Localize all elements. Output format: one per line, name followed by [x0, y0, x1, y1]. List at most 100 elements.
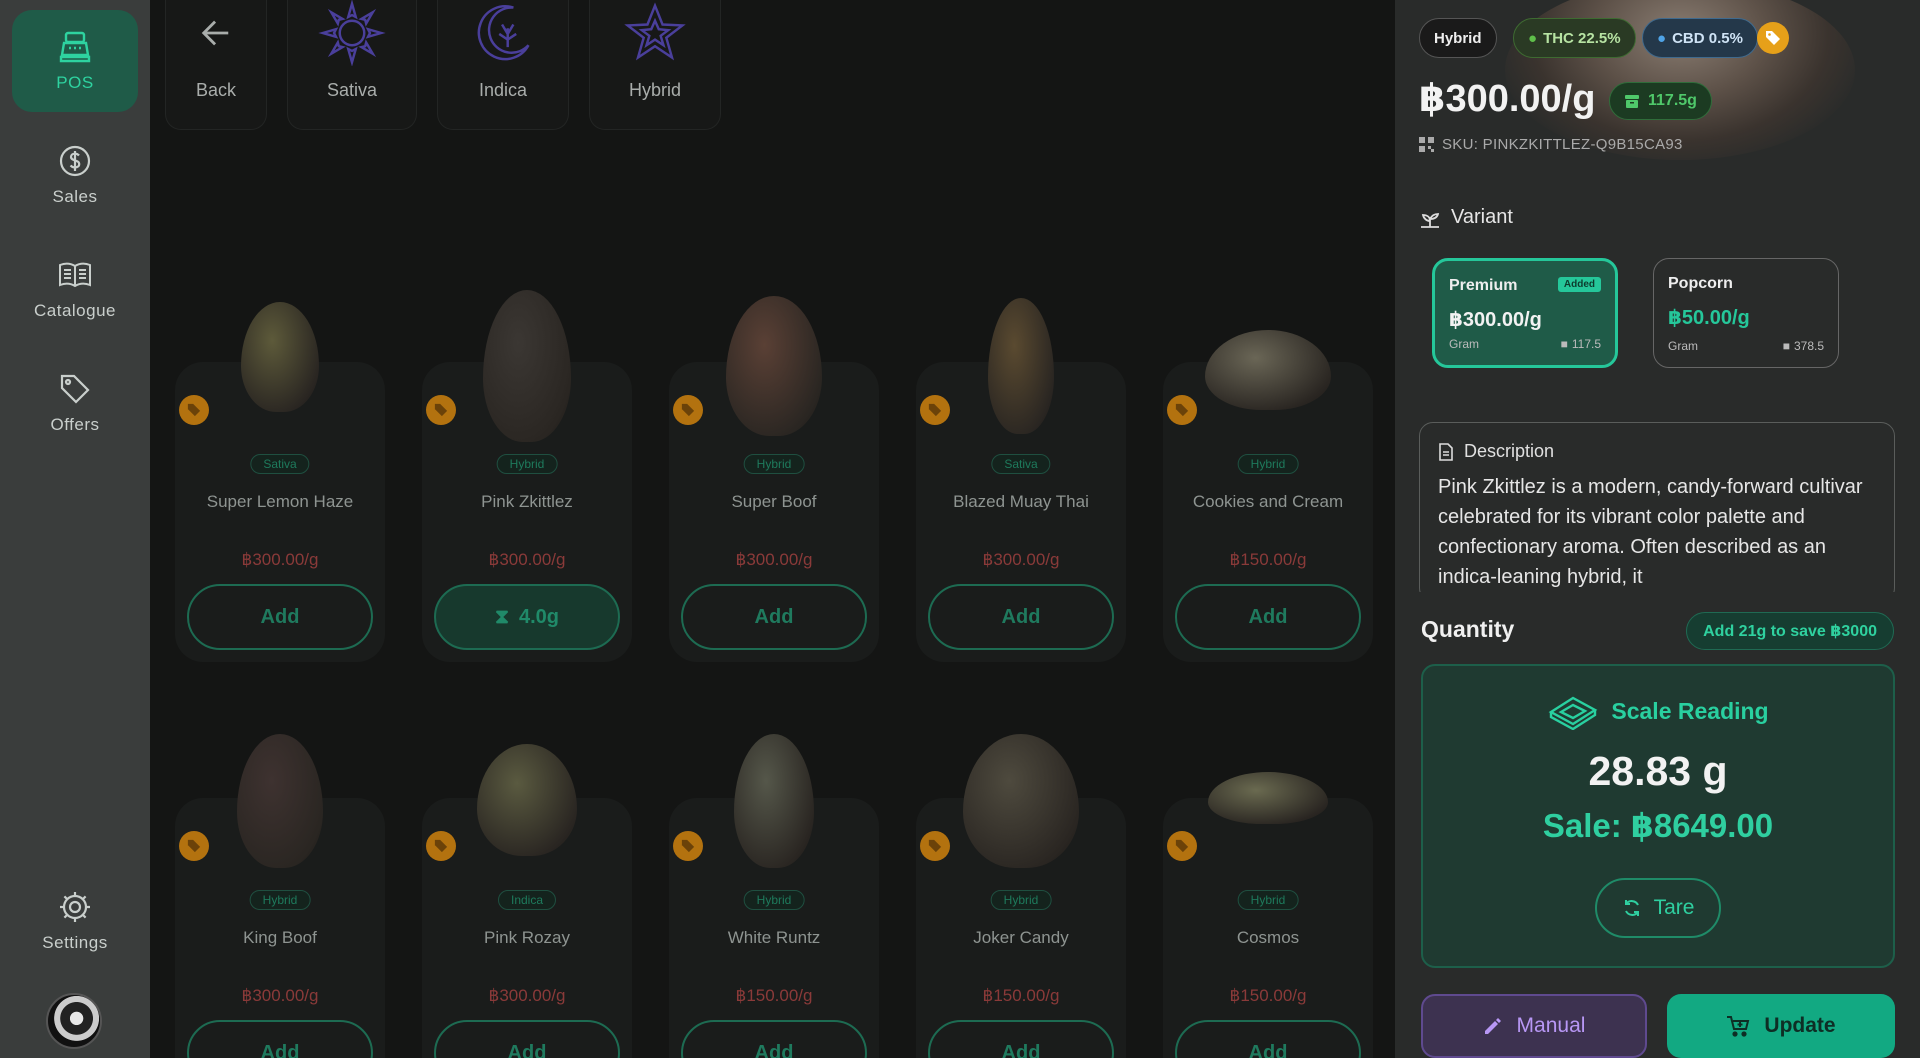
filter-sativa[interactable]: Sativa [287, 0, 417, 130]
product-card[interactable]: Hybrid Joker Candy ฿150.00/g Add [916, 734, 1126, 1058]
add-button[interactable]: Add [1175, 1020, 1361, 1058]
product-price: ฿300.00/g [735, 550, 813, 569]
strain-badge: Sativa [250, 454, 310, 474]
manual-button[interactable]: Manual [1421, 994, 1647, 1058]
sku: SKU: PINKZKITTLEZ-Q9B15CA93 [1419, 136, 1683, 153]
cart-quantity-button[interactable]: ⧗ 4.0g [434, 584, 620, 650]
arrow-left-icon [201, 20, 229, 46]
box-icon: ■ [1782, 339, 1790, 353]
app: POS Sales Catalogue Offers Settings Back… [0, 0, 1920, 1058]
leaf-icon: ● [1528, 29, 1538, 47]
qr-icon [1419, 137, 1434, 152]
add-button-label: Add [260, 1041, 300, 1058]
avatar[interactable] [46, 993, 102, 1049]
strain-type-chip: Hybrid [1419, 18, 1497, 58]
add-button[interactable]: Add [1175, 584, 1361, 650]
product-name: Super Boof [731, 492, 817, 511]
dollar-icon [59, 145, 91, 177]
sidebar-item-label: Sales [52, 187, 98, 206]
sidebar: POS Sales Catalogue Offers Settings [0, 0, 150, 1058]
tare-label: Tare [1653, 896, 1695, 919]
add-button[interactable]: Add [681, 1020, 867, 1058]
add-button-label: Add [1001, 605, 1041, 628]
filter-label: Hybrid [628, 80, 681, 100]
added-badge: Added [1557, 277, 1601, 292]
add-button[interactable]: Add [681, 584, 867, 650]
scale-icon [1549, 696, 1598, 730]
filter-hybrid[interactable]: Hybrid [589, 0, 721, 130]
strain-badge: Hybrid [743, 454, 805, 474]
product-card[interactable]: Hybrid Pink Zkittlez ฿300.00/g ⧗ 4.0g [422, 290, 632, 662]
variant-stock-value: 117.5 [1571, 337, 1601, 351]
weight-value: 28.83 g [1588, 748, 1728, 794]
product-image [422, 290, 632, 442]
product-price: ฿300.00/g [488, 986, 566, 1005]
offer-tag-icon [673, 395, 703, 425]
thc-chip: ● THC 22.5% [1513, 18, 1636, 58]
description-text: Pink Zkittlez is a modern, candy-forward… [1438, 476, 1863, 588]
update-button[interactable]: Update [1667, 994, 1895, 1058]
add-button-label: Add [260, 605, 300, 628]
add-button[interactable]: Add [187, 1020, 373, 1058]
add-button[interactable]: Add [928, 584, 1114, 650]
product-card[interactable]: Sativa Blazed Muay Thai ฿300.00/g Add [916, 298, 1126, 662]
product-name: Cookies and Cream [1192, 492, 1344, 511]
filter-indica[interactable]: Indica [437, 0, 569, 130]
product-card[interactable]: Hybrid White Runtz ฿150.00/g Add [669, 734, 879, 1058]
offer-tag-icon [179, 831, 209, 861]
sidebar-item-offers[interactable]: Offers [12, 352, 138, 454]
drop-icon: ● [1657, 29, 1667, 47]
variant-option-premium[interactable]: Premium Added ฿300.00/g Gram ■ 117.5 [1432, 258, 1618, 368]
product-card[interactable]: Indica Pink Rozay ฿300.00/g Add [422, 744, 632, 1058]
sun-icon [318, 0, 386, 66]
sale-value: Sale: ฿8649.00 [1542, 807, 1774, 844]
product-name: Blazed Muay Thai [953, 492, 1089, 511]
description-box[interactable]: Description Pink Zkittlez is a modern, c… [1419, 422, 1895, 602]
product-price: ฿150.00/g [982, 986, 1060, 1005]
product-image [1163, 330, 1373, 410]
product-grid-area: Back Sativa Indica Hybrid Sativa Super Le… [150, 0, 1395, 1058]
tare-button[interactable]: Tare [1595, 878, 1721, 938]
add-button-label: Add [507, 1041, 547, 1058]
sidebar-item-sales[interactable]: Sales [12, 124, 138, 226]
sidebar-item-label: Catalogue [33, 301, 116, 320]
add-button-label: Add [754, 605, 794, 628]
product-card[interactable]: Hybrid King Boof ฿300.00/g Add [175, 734, 385, 1058]
product-name: King Boof [243, 928, 317, 947]
sidebar-item-catalogue[interactable]: Catalogue [12, 238, 138, 340]
offer-tag-icon[interactable] [1757, 22, 1789, 54]
product-card[interactable]: Hybrid Cosmos ฿150.00/g Add [1163, 772, 1373, 1058]
variant-price: ฿300.00/g [1449, 309, 1542, 331]
gear-icon [60, 892, 90, 922]
sidebar-item-settings[interactable]: Settings [12, 870, 138, 972]
product-card[interactable]: Hybrid Super Boof ฿300.00/g Add [669, 296, 879, 662]
add-button[interactable]: Add [434, 1020, 620, 1058]
add-button[interactable]: Add [187, 584, 373, 650]
back-button[interactable]: Back [165, 0, 267, 130]
box-icon: ■ [1560, 337, 1568, 351]
cart-icon [1727, 1016, 1750, 1037]
add-button-label: Add [1001, 1041, 1041, 1058]
product-card[interactable]: Sativa Super Lemon Haze ฿300.00/g Add [175, 302, 385, 662]
quantity-title: Quantity [1421, 616, 1515, 642]
register-icon [59, 31, 91, 63]
offer-tag-icon [673, 831, 703, 861]
variant-name: Popcorn [1668, 275, 1733, 292]
product-name: White Runtz [727, 928, 821, 947]
offer-tag-icon [1167, 831, 1197, 861]
variant-unit: Gram [1668, 339, 1698, 353]
sidebar-item-pos[interactable]: POS [12, 10, 138, 112]
variant-stock: ■ 378.5 [1783, 339, 1824, 353]
product-card[interactable]: Hybrid Cookies and Cream ฿150.00/g Add [1163, 330, 1373, 662]
product-image [1163, 772, 1373, 824]
add-button-label: Add [754, 1041, 794, 1058]
variant-option-popcorn[interactable]: Popcorn ฿50.00/g Gram ■ 378.5 [1653, 258, 1839, 368]
variant-stock: ■ 117.5 [1561, 337, 1601, 351]
filter-label: Back [195, 80, 237, 100]
save-hint-chip[interactable]: Add 21g to save ฿3000 [1686, 612, 1894, 650]
description-title: Description [1438, 441, 1876, 462]
product-price: ฿300.00/g [982, 550, 1060, 569]
add-button-label: Add [1248, 1041, 1288, 1058]
add-button[interactable]: Add [928, 1020, 1114, 1058]
scale-title: Scale Reading [1423, 692, 1893, 730]
